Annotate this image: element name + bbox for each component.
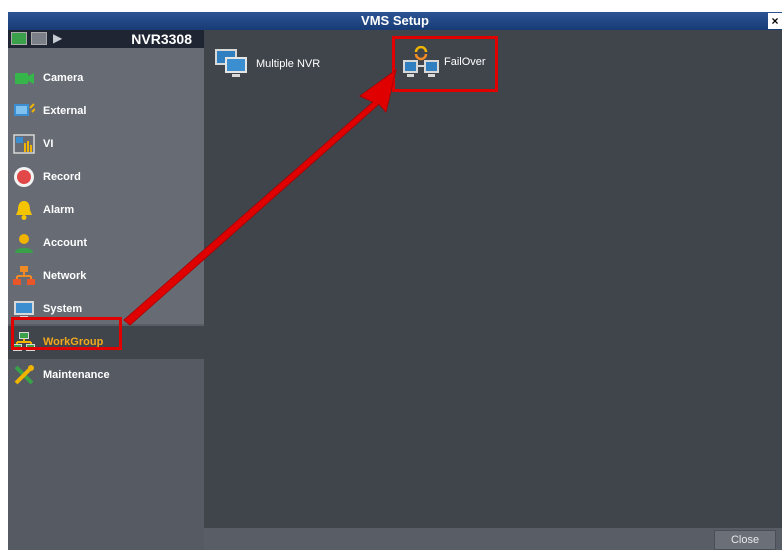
monitor-green-icon[interactable] [11,32,27,45]
sidebar-item-label: Camera [43,72,84,84]
highlight-workgroup-box [11,317,122,350]
sidebar-item-maintenance[interactable]: Maintenance [8,359,204,392]
sidebar-item-label: Network [43,270,87,282]
sidebar-item-label: Record [43,171,81,183]
window-title: VMS Setup [361,13,429,28]
sidebar-item-account[interactable]: Account [8,227,204,260]
sidebar-item-label: Alarm [43,204,75,216]
close-window-icon[interactable]: × [768,13,782,29]
close-button[interactable]: Close [714,530,776,550]
monitor-gray-icon[interactable] [31,32,47,45]
sidebar-item-label: VI [43,138,54,150]
sidebar-item-vi[interactable]: VI [8,128,204,161]
maintenance-tools-icon [14,365,34,385]
device-model: NVR3308 [131,31,192,47]
sidebar-item-record[interactable]: Record [8,161,204,194]
tile-multiple-nvr[interactable]: Multiple NVR [214,46,354,80]
alarm-bell-icon [16,201,32,220]
external-icon [14,103,35,116]
sidebar-item-network[interactable]: Network [8,260,204,293]
sidebar-item-label: Account [43,237,87,249]
record-icon [14,167,34,187]
sidebar-item-camera[interactable]: Camera [8,62,204,95]
sidebar-item-label: External [43,105,87,117]
vi-icon [13,134,35,154]
footer-bar [204,528,782,550]
camera-icon [15,73,34,84]
network-icon [13,266,35,285]
multiple-nvr-icon [215,49,247,77]
tile-label: Multiple NVR [256,58,321,70]
sidebar-item-alarm[interactable]: Alarm [8,194,204,227]
sidebar: ▶ NVR3308 Camera External VI Record Alar… [8,30,204,550]
account-icon [15,234,33,253]
sidebar-item-external[interactable]: External [8,95,204,128]
title-bar: VMS Setup × [8,12,782,30]
vms-setup-window: VMS Setup × ▶ NVR3308 Camera External VI… [8,12,782,550]
sidebar-header: ▶ NVR3308 [8,30,204,48]
play-arrow-icon[interactable]: ▶ [53,31,62,45]
highlight-failover-box [392,36,498,92]
sidebar-item-label: Maintenance [43,369,110,381]
